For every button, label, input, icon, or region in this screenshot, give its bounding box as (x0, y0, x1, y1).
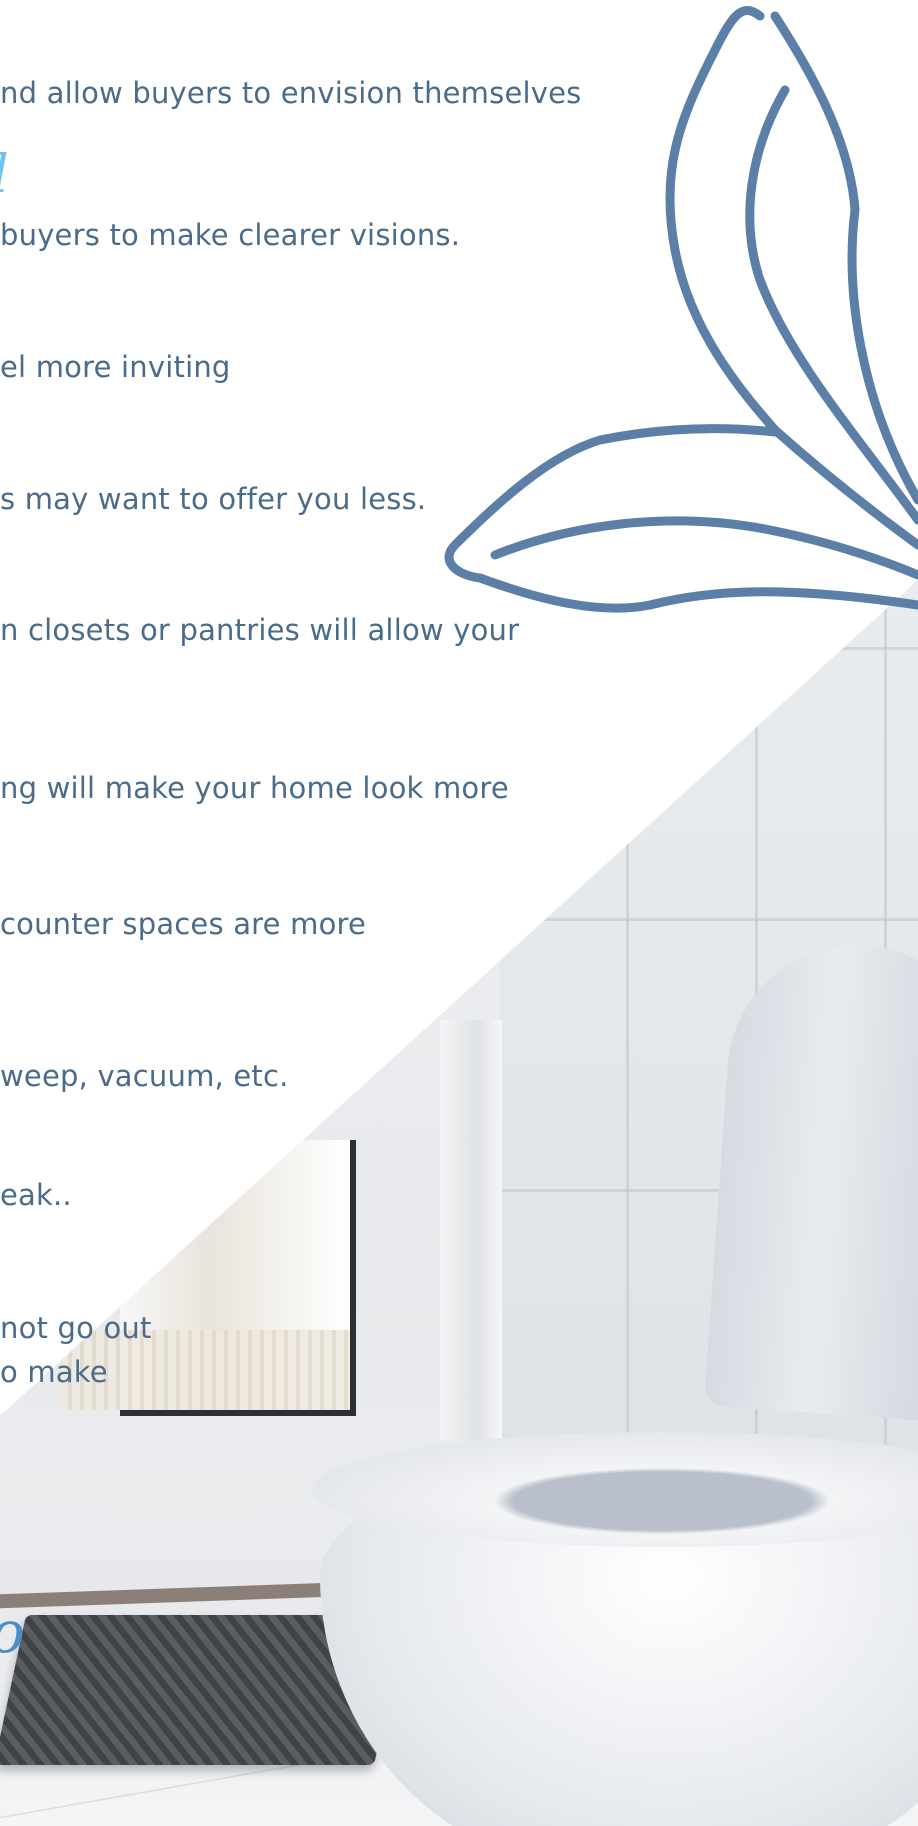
text-line-9: eak.. (0, 1178, 72, 1212)
text-line-11: o make (0, 1355, 108, 1389)
text-line-2: buyers to make clearer visions. (0, 218, 461, 252)
text-line-8: weep, vacuum, etc. (0, 1059, 289, 1093)
text-line-10: not go out (0, 1311, 152, 1345)
script-heading-fragment: l (0, 145, 9, 205)
text-line-1: nd allow buyers to envision themselves (0, 76, 582, 110)
document-page: nd allow buyers to envision themselves l… (0, 0, 918, 1826)
text-line-6: ng will make your home look more (0, 771, 509, 805)
wall-column (440, 1020, 502, 1440)
text-line-4: s may want to offer you less. (0, 482, 427, 516)
script-fragment-bottom: o (0, 1598, 25, 1666)
text-line-3: el more inviting (0, 350, 231, 384)
text-line-5: n closets or pantries will allow your (0, 613, 520, 647)
text-line-7: counter spaces are more (0, 907, 367, 941)
